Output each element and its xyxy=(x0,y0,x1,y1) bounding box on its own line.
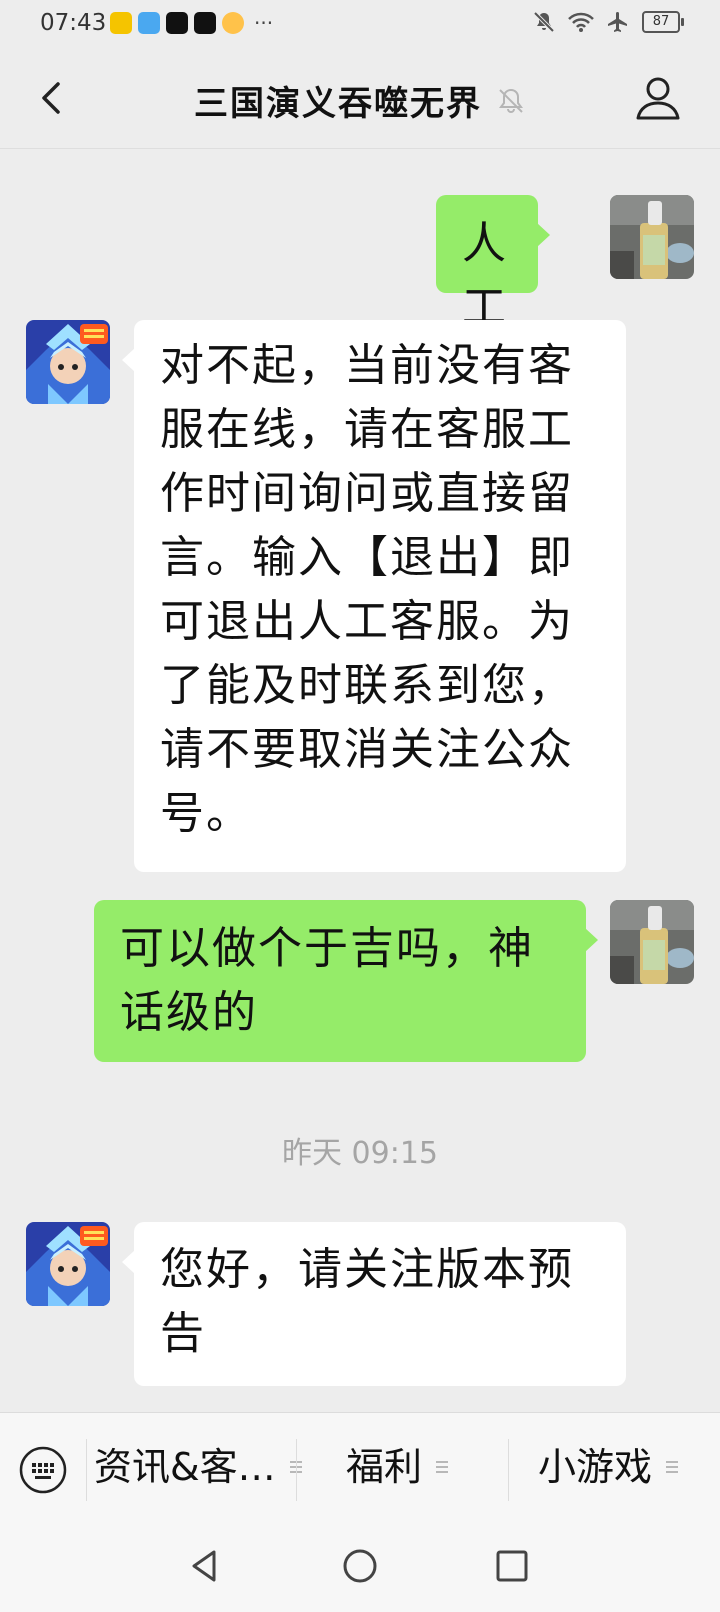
weather-icon xyxy=(222,12,244,34)
keyboard-icon[interactable] xyxy=(18,1445,68,1495)
system-recents-icon[interactable] xyxy=(490,1544,534,1588)
weibo-icon xyxy=(110,12,132,34)
official-account-avatar[interactable] xyxy=(26,1222,110,1306)
message-bubble[interactable]: 您好，请关注版本预告 xyxy=(122,1222,626,1386)
message-timestamp: 昨天 09:15 xyxy=(282,1136,438,1171)
menu-item-label: 小游戏 xyxy=(538,1445,653,1489)
official-account-avatar[interactable] xyxy=(26,320,110,404)
status-bar: 07:43 ··· 87 xyxy=(0,0,720,48)
submenu-icon xyxy=(436,1458,449,1476)
airplane-mode-icon xyxy=(608,12,627,32)
menu-item-label: 资讯&客… xyxy=(94,1445,276,1489)
chat-title-row: 三国演义吞噬无界 xyxy=(0,76,720,125)
menu-item-label: 福利 xyxy=(346,1445,423,1489)
more-notifications-icon: ··· xyxy=(254,11,274,35)
message-bubble[interactable]: 对不起，当前没有客服在线，请在客服工作时间询问或直接留言。输入【退出】即可退出人… xyxy=(122,320,626,872)
muted-bell-icon xyxy=(499,88,523,113)
chat-header: 三国演义吞噬无界 xyxy=(0,48,720,149)
account-menu-bar: 资讯&客… 福利 小游戏 xyxy=(0,1412,720,1523)
menu-item-welfare[interactable]: 福利 xyxy=(346,1437,449,1497)
user-avatar[interactable] xyxy=(610,900,694,984)
mute-icon xyxy=(533,11,555,33)
message-text: 可以做个于吉吗，神话级的 xyxy=(120,923,534,1038)
game-avatar-image xyxy=(26,320,110,404)
menu-item-news[interactable]: 资讯&客… xyxy=(94,1437,302,1497)
wifi-icon xyxy=(568,12,594,32)
tiktok-icon xyxy=(166,12,188,34)
menu-item-minigames[interactable]: 小游戏 xyxy=(538,1437,679,1497)
system-navigation-bar xyxy=(0,1522,720,1612)
menu-divider xyxy=(296,1439,297,1501)
message-bubble[interactable]: 可以做个于吉吗，神话级的 xyxy=(94,900,598,1062)
system-back-icon[interactable] xyxy=(184,1544,228,1588)
profile-icon[interactable] xyxy=(632,72,684,124)
message-text: 您好，请关注版本预告 xyxy=(160,1244,574,1359)
message-text: 对不起，当前没有客服在线，请在客服工作时间询问或直接留言。输入【退出】即可退出人… xyxy=(160,340,574,839)
reader-icon xyxy=(138,12,160,34)
user-avatar-image xyxy=(610,195,694,279)
submenu-icon xyxy=(666,1458,679,1476)
game-avatar-image xyxy=(26,1222,110,1306)
user-avatar-image xyxy=(610,900,694,984)
chat-title: 三国演义吞噬无界 xyxy=(194,84,482,124)
menu-divider xyxy=(508,1439,509,1501)
message-bubble[interactable]: 人工 xyxy=(436,195,550,333)
system-home-icon[interactable] xyxy=(338,1544,382,1588)
tiktok-icon xyxy=(194,12,216,34)
user-avatar[interactable] xyxy=(610,195,694,279)
notification-icons: ··· xyxy=(110,12,273,34)
status-time: 07:43 xyxy=(40,10,107,36)
battery-indicator: 87 xyxy=(642,11,684,33)
menu-divider xyxy=(86,1439,87,1501)
